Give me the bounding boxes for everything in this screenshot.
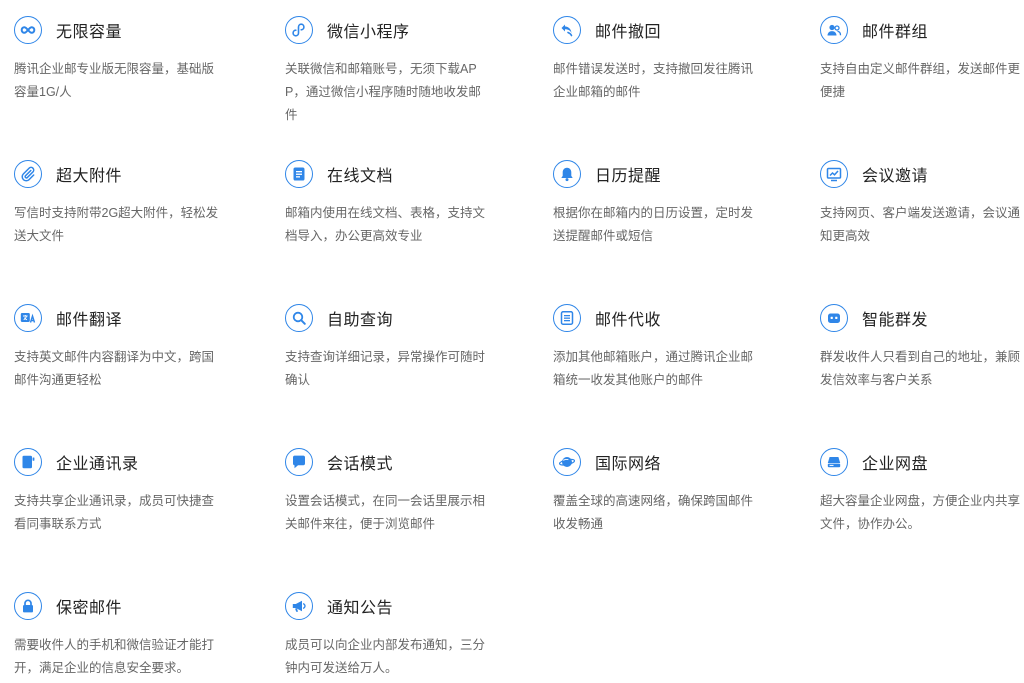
- feature-header: 会话模式: [285, 446, 500, 478]
- feature-description: 支持查询详细记录，异常操作可随时确认: [285, 350, 486, 387]
- drive-icon: [820, 448, 848, 476]
- list-box-icon: [553, 304, 581, 332]
- feature-header: 通知公告: [285, 590, 500, 622]
- feature-item: 微信小程序关联微信和邮箱账号，无须下载APP，通过微信小程序随时随地收发邮件: [285, 14, 500, 127]
- feature-title: 企业通讯录: [56, 456, 139, 473]
- globe-planet-icon: [553, 448, 581, 476]
- contact-book-icon: [14, 448, 42, 476]
- feature-description: 支持英文邮件内容翻译为中文，跨国邮件沟通更轻松: [14, 350, 215, 387]
- feature-item: 邮件代收添加其他邮箱账户，通过腾讯企业邮箱统一收发其他账户的邮件: [553, 302, 768, 392]
- feature-item: 会话模式设置会话模式，在同一会话里展示相关邮件来往，便于浏览邮件: [285, 446, 500, 536]
- feature-title: 邮件撤回: [595, 24, 662, 41]
- feature-title: 通知公告: [327, 600, 394, 617]
- feature-description: 设置会话模式，在同一会话里展示相关邮件来往，便于浏览邮件: [285, 494, 486, 531]
- infinity-icon: [14, 16, 42, 44]
- feature-header: 微信小程序: [285, 14, 500, 46]
- feature-header: 智能群发: [820, 302, 1024, 334]
- feature-description: 腾讯企业邮专业版无限容量，基础版容量1G/人: [14, 62, 215, 99]
- feature-description: 根据你在邮箱内的日历设置，定时发送提醒邮件或短信: [553, 206, 754, 243]
- megaphone-icon: [285, 592, 313, 620]
- feature-header: 无限容量: [14, 14, 229, 46]
- undo-arrow-icon: [553, 16, 581, 44]
- feature-description: 邮件错误发送时，支持撤回发往腾讯企业邮箱的邮件: [553, 62, 754, 99]
- feature-header: 超大附件: [14, 158, 229, 190]
- translate-icon: [14, 304, 42, 332]
- feature-description: 覆盖全球的高速网络，确保跨国邮件收发畅通: [553, 494, 754, 531]
- feature-title: 邮件群组: [862, 24, 929, 41]
- paperclip-icon: [14, 160, 42, 188]
- feature-header: 在线文档: [285, 158, 500, 190]
- feature-header: 企业通讯录: [14, 446, 229, 478]
- feature-title: 保密邮件: [56, 600, 123, 617]
- feature-item: 国际网络覆盖全球的高速网络，确保跨国邮件收发畅通: [553, 446, 768, 536]
- feature-item: 企业网盘超大容量企业网盘，方便企业内共享文件，协作办公。: [820, 446, 1024, 536]
- feature-header: 邮件代收: [553, 302, 768, 334]
- feature-title: 日历提醒: [595, 168, 662, 185]
- feature-title: 智能群发: [862, 312, 929, 329]
- feature-item: 企业通讯录支持共享企业通讯录，成员可快捷查看同事联系方式: [14, 446, 229, 536]
- feature-item: 通知公告成员可以向企业内部发布通知，三分钟内可发送给万人。: [285, 590, 500, 680]
- feature-header: 日历提醒: [553, 158, 768, 190]
- search-icon: [285, 304, 313, 332]
- feature-title: 会话模式: [327, 456, 394, 473]
- feature-item: 日历提醒根据你在邮箱内的日历设置，定时发送提醒邮件或短信: [553, 158, 768, 248]
- document-icon: [285, 160, 313, 188]
- feature-item: 保密邮件需要收件人的手机和微信验证才能打开，满足企业的信息安全要求。: [14, 590, 229, 680]
- feature-header: 国际网络: [553, 446, 768, 478]
- feature-description: 邮箱内使用在线文档、表格，支持文档导入，办公更高效专业: [285, 206, 486, 243]
- feature-description: 成员可以向企业内部发布通知，三分钟内可发送给万人。: [285, 638, 486, 675]
- meeting-chart-icon: [820, 160, 848, 188]
- feature-header: 自助查询: [285, 302, 500, 334]
- feature-header: 邮件撤回: [553, 14, 768, 46]
- feature-header: 保密邮件: [14, 590, 229, 622]
- feature-title: 邮件翻译: [56, 312, 123, 329]
- feature-title: 自助查询: [327, 312, 394, 329]
- feature-item: 超大附件写信时支持附带2G超大附件，轻松发送大文件: [14, 158, 229, 248]
- feature-item: 在线文档邮箱内使用在线文档、表格，支持文档导入，办公更高效专业: [285, 158, 500, 248]
- feature-header: 会议邀请: [820, 158, 1024, 190]
- feature-header: 邮件群组: [820, 14, 1024, 46]
- feature-title: 国际网络: [595, 456, 662, 473]
- feature-item: 智能群发群发收件人只看到自己的地址，兼顾发信效率与客户关系: [820, 302, 1024, 392]
- feature-description: 群发收件人只看到自己的地址，兼顾发信效率与客户关系: [820, 350, 1021, 387]
- feature-description: 支持自由定义邮件群组，发送邮件更便捷: [820, 62, 1021, 99]
- feature-title: 无限容量: [56, 24, 123, 41]
- feature-title: 超大附件: [56, 168, 123, 185]
- bell-icon: [553, 160, 581, 188]
- feature-description: 写信时支持附带2G超大附件，轻松发送大文件: [14, 206, 219, 243]
- lock-icon: [14, 592, 42, 620]
- feature-item: 自助查询支持查询详细记录，异常操作可随时确认: [285, 302, 500, 392]
- feature-description: 关联微信和邮箱账号，无须下载APP，通过微信小程序随时随地收发邮件: [285, 62, 481, 122]
- robot-icon: [820, 304, 848, 332]
- feature-title: 微信小程序: [327, 24, 410, 41]
- feature-description: 添加其他邮箱账户，通过腾讯企业邮箱统一收发其他账户的邮件: [553, 350, 754, 387]
- feature-item: 会议邀请支持网页、客户端发送邀请，会议通知更高效: [820, 158, 1024, 248]
- feature-title: 企业网盘: [862, 456, 929, 473]
- feature-item: 无限容量腾讯企业邮专业版无限容量，基础版容量1G/人: [14, 14, 229, 104]
- feature-description: 超大容量企业网盘，方便企业内共享文件，协作办公。: [820, 494, 1021, 531]
- users-group-icon: [820, 16, 848, 44]
- feature-item: 邮件撤回邮件错误发送时，支持撤回发往腾讯企业邮箱的邮件: [553, 14, 768, 104]
- miniprogram-icon: [285, 16, 313, 44]
- feature-item: 邮件群组支持自由定义邮件群组，发送邮件更便捷: [820, 14, 1024, 104]
- feature-item: 邮件翻译支持英文邮件内容翻译为中文，跨国邮件沟通更轻松: [14, 302, 229, 392]
- feature-title: 在线文档: [327, 168, 394, 185]
- feature-title: 会议邀请: [862, 168, 929, 185]
- feature-title: 邮件代收: [595, 312, 662, 329]
- feature-description: 支持共享企业通讯录，成员可快捷查看同事联系方式: [14, 494, 215, 531]
- feature-description: 需要收件人的手机和微信验证才能打开，满足企业的信息安全要求。: [14, 638, 215, 675]
- feature-description: 支持网页、客户端发送邀请，会议通知更高效: [820, 206, 1021, 243]
- feature-header: 企业网盘: [820, 446, 1024, 478]
- feature-header: 邮件翻译: [14, 302, 229, 334]
- chat-bubble-icon: [285, 448, 313, 476]
